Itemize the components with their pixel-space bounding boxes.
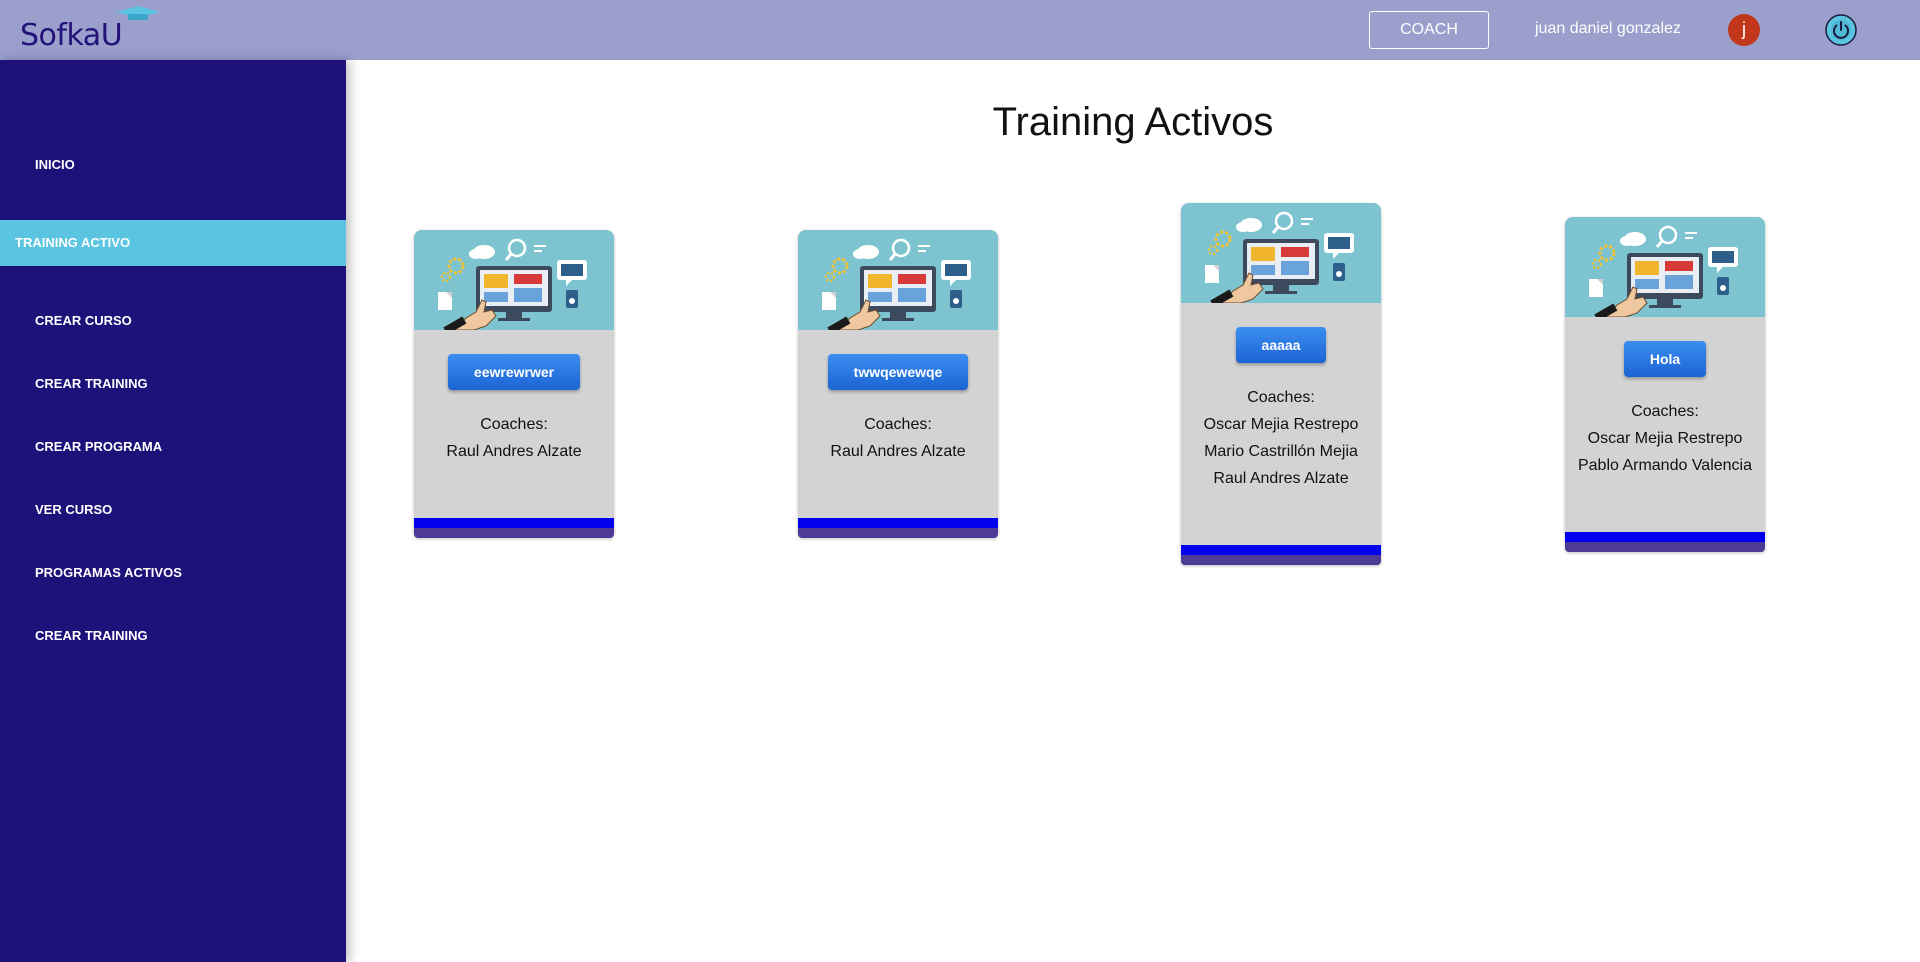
training-card: eewrewrwer Coaches: Raul Andres Alzate — [414, 230, 614, 538]
coaches-label: Coaches: — [480, 416, 548, 433]
sidebar: INICIO TRAINING ACTIVO CREAR CURSO CREAR… — [0, 60, 346, 962]
training-name-button[interactable]: twwqewewqe — [827, 354, 969, 390]
computer-illustration-icon — [1181, 203, 1381, 308]
computer-illustration-icon — [414, 230, 614, 335]
card-image — [1181, 203, 1381, 308]
coach-name: Pablo Armando Valencia — [1577, 457, 1753, 474]
card-footer-bar — [1565, 532, 1765, 552]
brand-logo[interactable]: SofkaU — [20, 6, 160, 56]
sidebar-item-inicio[interactable]: INICIO — [0, 142, 346, 188]
card-image — [798, 230, 998, 335]
training-name-button[interactable]: aaaaa — [1235, 327, 1327, 363]
brand-name: SofkaU — [20, 18, 123, 53]
coach-name: Raul Andres Alzate — [830, 443, 966, 460]
avatar[interactable]: j — [1728, 14, 1760, 46]
coaches-list: Coaches: Oscar Mejia Restrepo Pablo Arma… — [1565, 398, 1765, 479]
coaches-label: Coaches: — [864, 416, 932, 433]
coach-name: Raul Andres Alzate — [1213, 470, 1349, 487]
coach-name: Raul Andres Alzate — [446, 443, 582, 460]
card-footer-bar — [1181, 545, 1381, 565]
coaches-label: Coaches: — [1631, 403, 1699, 420]
sidebar-item-training-activo[interactable]: TRAINING ACTIVO — [0, 220, 346, 266]
coaches-list: Coaches: Oscar Mejia Restrepo Mario Cast… — [1181, 384, 1381, 492]
training-name-button[interactable]: Hola — [1623, 341, 1707, 377]
coach-name: Oscar Mejia Restrepo — [1203, 416, 1359, 433]
graduation-cap-icon — [116, 6, 160, 20]
training-card: twwqewewqe Coaches: Raul Andres Alzate — [798, 230, 998, 538]
card-footer-bar — [798, 518, 998, 538]
training-card: aaaaa Coaches: Oscar Mejia Restrepo Mari… — [1181, 203, 1381, 565]
coaches-list: Coaches: Raul Andres Alzate — [798, 411, 998, 465]
card-footer-bar — [414, 518, 614, 538]
role-button[interactable]: COACH — [1369, 11, 1489, 49]
coach-name: Oscar Mejia Restrepo — [1587, 430, 1743, 447]
page-title: Training Activos — [992, 100, 1274, 144]
sidebar-item-crear-training[interactable]: CREAR TRAINING — [0, 361, 346, 407]
coaches-label: Coaches: — [1247, 389, 1315, 406]
training-card: Hola Coaches: Oscar Mejia Restrepo Pablo… — [1565, 217, 1765, 552]
card-image — [1565, 217, 1765, 322]
sidebar-item-ver-curso[interactable]: VER CURSO — [0, 487, 346, 533]
computer-illustration-icon — [798, 230, 998, 335]
power-icon[interactable] — [1825, 14, 1857, 46]
computer-illustration-icon — [1565, 217, 1765, 322]
card-image — [414, 230, 614, 335]
training-name-button[interactable]: eewrewrwer — [447, 354, 581, 390]
sidebar-item-crear-training-2[interactable]: CREAR TRAINING — [0, 613, 346, 659]
top-header: SofkaU COACH juan daniel gonzalez j — [0, 0, 1920, 60]
coach-name: Mario Castrillón Mejia — [1204, 443, 1358, 460]
sidebar-item-crear-curso[interactable]: CREAR CURSO — [0, 298, 346, 344]
sidebar-item-crear-programa[interactable]: CREAR PROGRAMA — [0, 424, 346, 470]
sidebar-item-programas-activos[interactable]: PROGRAMAS ACTIVOS — [0, 550, 346, 596]
user-name: juan daniel gonzalez — [1535, 20, 1681, 37]
coaches-list: Coaches: Raul Andres Alzate — [414, 411, 614, 465]
